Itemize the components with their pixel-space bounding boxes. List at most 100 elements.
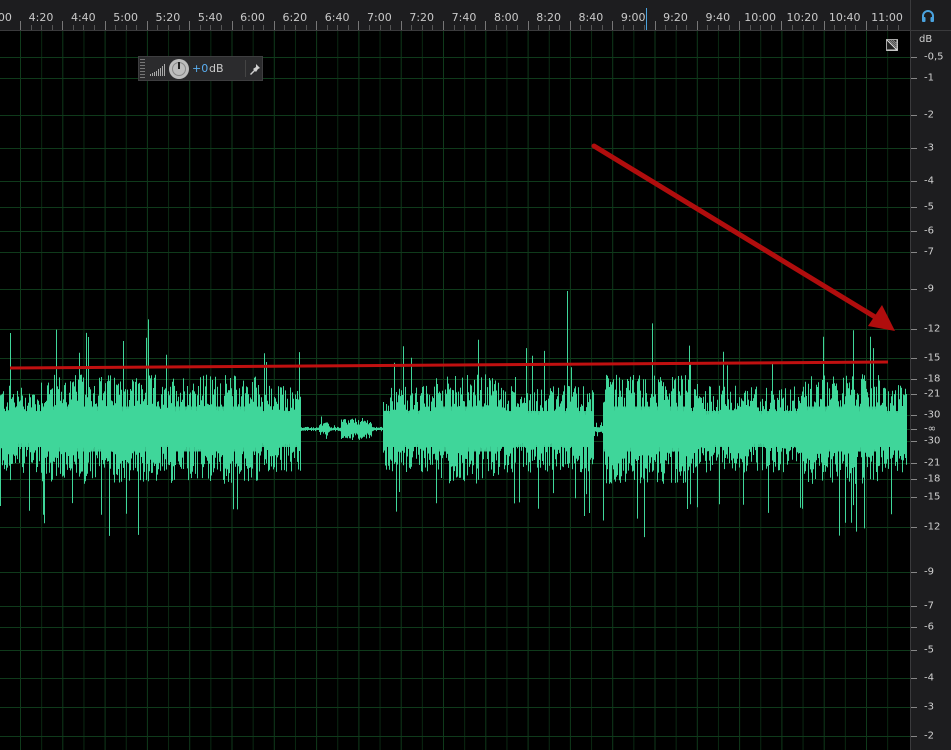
zoom-fit-icon[interactable] [886,36,898,51]
ruler-minor-tick [305,25,307,30]
ruler-label: 7:20 [409,11,435,24]
ruler-minor-tick [294,25,296,30]
ruler-minor-tick [538,25,540,30]
ruler-minor-tick [242,25,244,30]
headphones-icon[interactable] [919,7,937,25]
db-tick [911,479,917,480]
ruler-label: 4:40 [70,11,96,24]
ruler-minor-tick [284,25,286,30]
db-label: -6 [924,225,934,237]
ruler-label: 9:20 [663,11,688,24]
db-label: -0,5 [924,51,944,63]
level-meter-icon[interactable] [149,62,167,76]
ruler-minor-tick [844,25,846,30]
ruler-label: 6:00 [240,11,265,24]
gain-knob-icon[interactable] [169,59,189,79]
ruler-minor-tick [411,25,413,30]
ruler-label: 10:40 [828,11,861,24]
ruler-minor-tick [802,25,804,30]
db-tick [911,627,917,628]
pin-icon[interactable] [249,62,261,76]
ruler-tick [696,21,698,30]
ruler-minor-tick [337,25,339,30]
ruler-tick [823,21,825,30]
db-tick [911,736,917,737]
ruler-label: 7:40 [451,11,477,24]
ruler-tick [400,21,402,30]
db-tick [911,78,917,79]
db-tick [911,115,917,116]
drag-handle[interactable] [140,59,145,78]
db-label: -6 [924,621,934,633]
ruler-minor-tick [760,25,762,30]
ruler-label: 10:20 [786,11,819,24]
ruler-label: 8:40 [578,11,604,24]
ruler-tick [569,21,571,30]
ruler-tick [62,21,64,30]
db-tick [911,207,917,208]
ruler-tick [866,21,867,30]
ruler-minor-tick [506,25,508,30]
db-tick [911,394,917,395]
ruler-minor-tick [30,25,32,30]
ruler-minor-tick [686,25,688,30]
ruler-label-partial: :00 [0,11,12,24]
db-label: -18 [924,473,941,485]
ruler-tick [443,21,444,30]
ruler-minor-tick [157,25,159,30]
waveform-canvas[interactable] [0,31,910,750]
ruler-minor-tick [876,25,878,30]
ruler-label: 9:00 [620,11,646,24]
ruler-minor-tick [855,25,857,30]
ruler-minor-tick [453,25,455,30]
db-tick [911,463,917,464]
ruler-minor-tick [368,25,370,30]
db-tick [911,707,917,708]
ruler-minor-tick [199,25,201,30]
ruler-label: 7:00 [367,11,392,24]
db-label: -1 [924,72,934,84]
ruler-label: 5:00 [113,11,138,24]
db-tick [911,252,917,253]
ruler-tick [612,21,614,30]
ruler-tick [104,21,106,30]
waveform-display[interactable] [0,31,910,750]
ruler-label: 6:20 [282,11,308,24]
ruler-minor-tick [717,25,719,30]
ruler-tick [189,21,191,30]
ruler-minor-tick [94,25,96,30]
gain-widget[interactable]: +0 dB [138,56,263,81]
db-tick [911,289,917,290]
ruler-minor-tick [813,25,815,30]
ruler-label: 5:20 [155,11,181,24]
ruler-minor-tick [474,25,476,30]
db-tick [911,527,917,528]
ruler-minor-tick [210,25,212,30]
divider [245,60,246,77]
db-label: -2 [924,730,934,742]
ruler-minor-tick [749,25,751,30]
db-label: -30 [924,435,941,447]
ruler-minor-tick [665,25,667,30]
ruler-tick [527,21,529,30]
ruler-minor-tick [252,25,254,30]
timeline-ruler[interactable]: :00 4:20 4:40 5:00 5:20 5:40 6:00 6:20 6:40 7:00… [0,0,910,31]
ruler-minor-tick [178,25,180,30]
ruler-minor-tick [548,25,550,30]
ruler-minor-tick [591,25,593,30]
ruler-minor-tick [897,25,899,30]
ruler-label: 4:20 [28,11,54,24]
db-tick [911,497,917,498]
ruler-minor-tick [125,25,127,30]
ruler-minor-tick [791,25,793,30]
ruler-minor-tick [675,25,677,30]
ruler-tick [358,21,360,30]
playhead-marker[interactable] [646,8,647,30]
db-tick [911,231,917,232]
ruler-minor-tick [326,25,328,30]
db-label: -9 [924,283,934,295]
db-label: -3 [924,142,934,154]
gain-value[interactable]: +0 [192,62,208,75]
db-tick [911,429,917,430]
ruler-label: 8:20 [536,11,561,24]
